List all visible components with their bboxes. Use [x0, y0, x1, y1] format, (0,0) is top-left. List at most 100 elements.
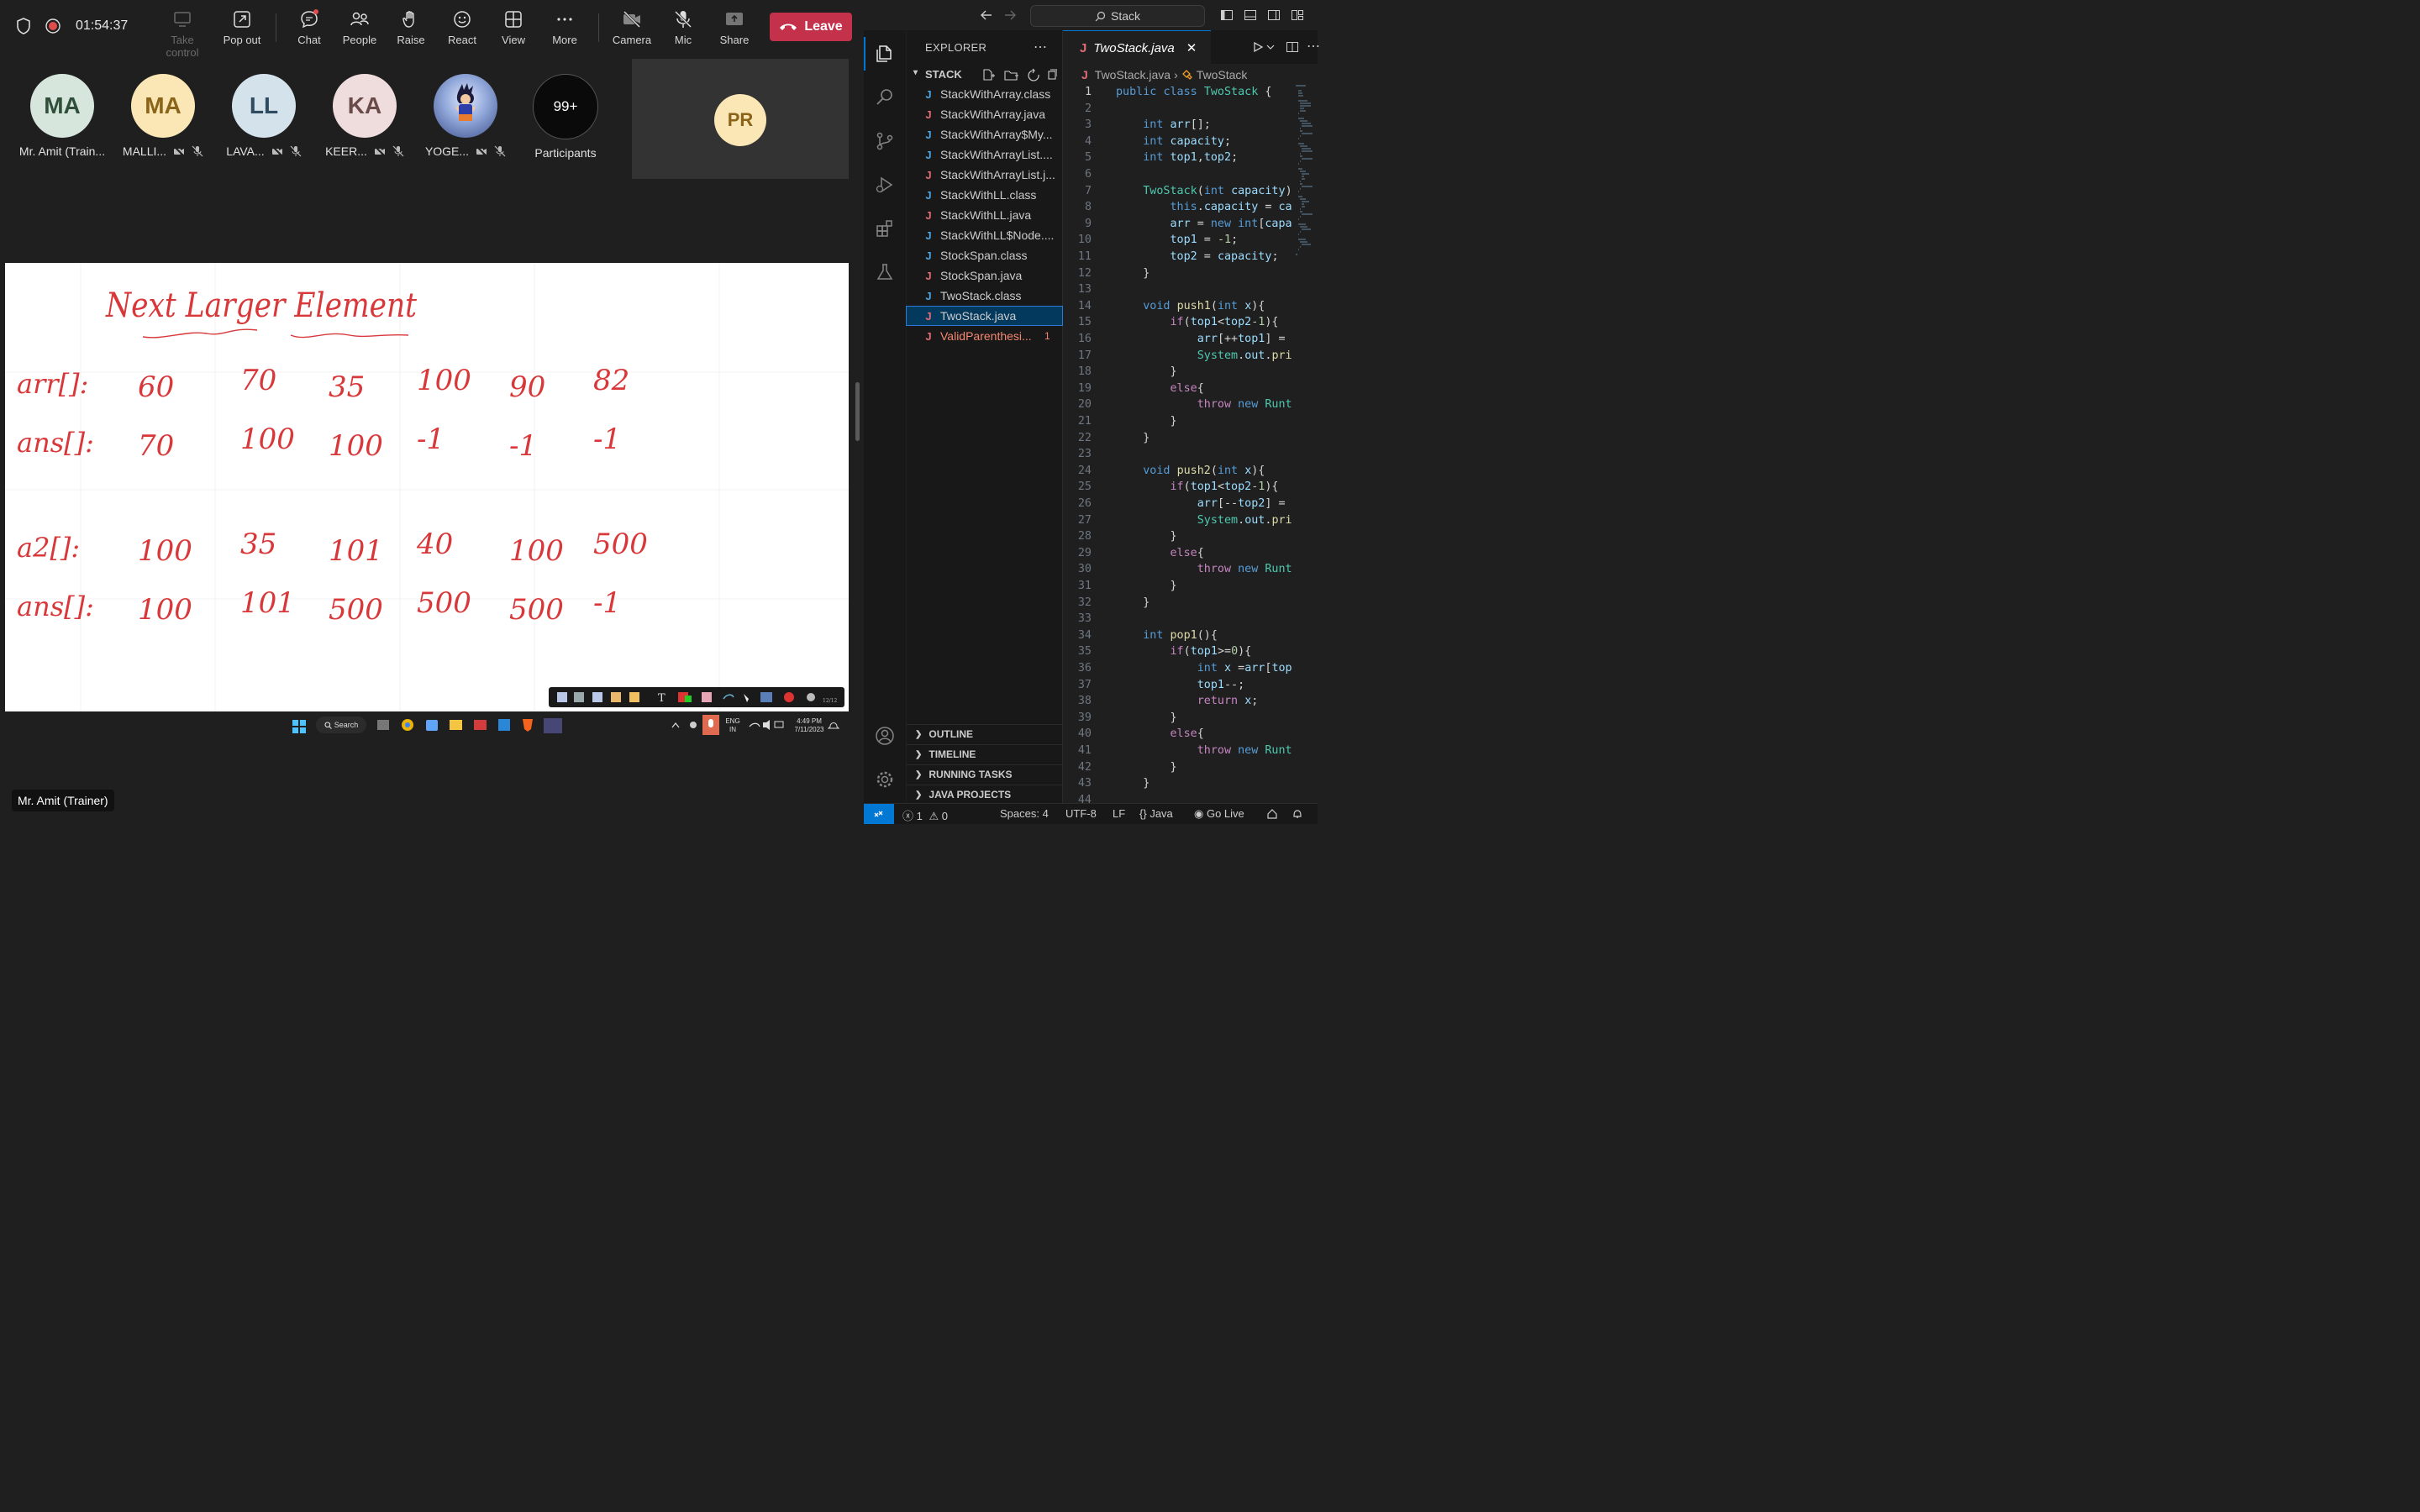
code-text: int top1,top2;: [1143, 151, 1239, 165]
pop-out-button[interactable]: Pop out: [217, 8, 267, 46]
encoding-indicator[interactable]: UTF-8: [1065, 807, 1097, 820]
code-line: 18 }: [1063, 364, 1318, 381]
line-number: 28: [1077, 530, 1092, 543]
people-button[interactable]: People: [334, 8, 385, 46]
outline-section[interactable]: ❯ OUTLINE: [907, 724, 1062, 743]
java-projects-section[interactable]: ❯ JAVA PROJECTS: [907, 785, 1062, 804]
participant-tile[interactable]: YOGE...: [419, 74, 512, 158]
line-number: 37: [1077, 678, 1092, 691]
command-center-search[interactable]: Stack: [1030, 5, 1205, 27]
split-editor-icon[interactable]: [1286, 40, 1299, 54]
file-item[interactable]: J StackWithLL.java: [907, 206, 1062, 224]
close-icon[interactable]: ✕: [1186, 40, 1197, 55]
file-item[interactable]: J StackWithArray.java: [907, 105, 1062, 123]
explorer-icon[interactable]: [875, 44, 895, 64]
taskbar-search[interactable]: Search: [316, 717, 366, 733]
region-code: IN: [729, 726, 736, 733]
explorer-actions-icon[interactable]: [981, 68, 1057, 81]
mic-off-icon: [494, 145, 506, 157]
participants-overflow[interactable]: 99+ Participants: [519, 74, 612, 160]
code-text: }: [1116, 580, 1177, 592]
file-item[interactable]: J StockSpan.java: [907, 266, 1062, 285]
file-item[interactable]: J TwoStack.java: [906, 306, 1063, 326]
timeline-section[interactable]: ❯ TIMELINE: [907, 744, 1062, 764]
file-item[interactable]: J StackWithArrayList....: [907, 145, 1062, 164]
chat-button[interactable]: Chat: [284, 8, 334, 46]
breadcrumb-file[interactable]: TwoStack.java: [1095, 68, 1171, 81]
search-icon[interactable]: [875, 87, 895, 108]
file-item[interactable]: J StackWithLL.class: [907, 186, 1062, 204]
react-button[interactable]: React: [437, 8, 487, 46]
forward-arrow-icon[interactable]: [1003, 8, 1017, 22]
feedback-icon[interactable]: [1266, 808, 1278, 820]
raise-hand-button[interactable]: Raise: [386, 8, 436, 46]
camera-label: Camera: [612, 34, 652, 46]
activity-bar: [864, 30, 906, 803]
participant-tile[interactable]: MA MALLI...: [117, 74, 209, 158]
file-item[interactable]: J StackWithArrayList.j...: [907, 165, 1062, 184]
toggle-panel-icon[interactable]: [1244, 8, 1257, 22]
meeting-status: 01:54:37: [15, 17, 128, 35]
whiteboard-row-label: ans[]:: [17, 591, 94, 622]
tab-twostack-java[interactable]: J TwoStack.java ✕: [1063, 30, 1211, 65]
view-button[interactable]: View: [488, 8, 539, 46]
running-tasks-section[interactable]: ❯ RUNNING TASKS: [907, 764, 1062, 784]
remote-indicator[interactable]: [864, 804, 894, 824]
code-text: }: [1116, 266, 1150, 280]
share-button[interactable]: Share: [709, 8, 760, 46]
gear-icon[interactable]: [875, 769, 895, 790]
problems-indicator[interactable]: ⓧ 1 ⚠ 0: [902, 807, 948, 823]
code-text: this.capacity = ca: [1170, 201, 1292, 214]
minimap[interactable]: [1296, 84, 1318, 311]
code-text: throw new Runt: [1197, 563, 1292, 576]
code-text: int pop1(){: [1143, 628, 1218, 642]
customize-layout-icon[interactable]: [1291, 8, 1304, 22]
folder-stack[interactable]: ▾ STACK: [907, 66, 1062, 83]
toggle-secondary-sidebar-icon[interactable]: [1267, 8, 1281, 22]
file-item[interactable]: J StackWithArray$My...: [907, 125, 1062, 144]
participant-tile[interactable]: LL LAVA...: [218, 74, 310, 158]
video-tile[interactable]: PR: [632, 59, 849, 179]
back-arrow-icon[interactable]: [980, 8, 993, 22]
participant-tile[interactable]: KA KEER...: [318, 74, 411, 158]
leave-button[interactable]: Leave: [770, 13, 852, 41]
file-name: TwoStack.java: [940, 309, 1017, 323]
toggle-sidebar-icon[interactable]: [1220, 8, 1234, 22]
mic-button[interactable]: Mic: [658, 8, 708, 46]
indentation-indicator[interactable]: Spaces: 4: [1000, 807, 1049, 820]
line-number: 42: [1077, 760, 1092, 774]
run-icon[interactable]: [1252, 41, 1264, 53]
file-item[interactable]: J ValidParenthesi... 1: [907, 327, 1062, 345]
go-live-button[interactable]: ◉ Go Live: [1194, 807, 1244, 821]
extensions-icon[interactable]: [875, 218, 895, 239]
annotation-toolbar[interactable]: T 12/12: [549, 687, 844, 707]
camera-button[interactable]: Camera: [607, 8, 657, 46]
breadcrumb-symbol[interactable]: TwoStack: [1197, 68, 1248, 81]
line-number: 11: [1077, 250, 1092, 263]
section-label: RUNNING TASKS: [929, 769, 1013, 780]
source-control-icon[interactable]: [875, 131, 895, 151]
whiteboard-cell: -1: [509, 429, 537, 463]
shield-icon[interactable]: [15, 17, 32, 35]
testing-flask-icon[interactable]: [875, 262, 895, 282]
more-actions-icon[interactable]: ⋯: [1307, 38, 1320, 55]
more-actions-icon[interactable]: ⋯: [1034, 39, 1047, 55]
participant-tile[interactable]: MA Mr. Amit (Train...: [16, 74, 108, 158]
run-debug-icon[interactable]: [875, 175, 895, 195]
file-item[interactable]: J TwoStack.class: [907, 286, 1062, 305]
more-button[interactable]: More: [539, 8, 590, 46]
chevron-down-icon[interactable]: [1266, 44, 1275, 50]
notifications-bell-icon[interactable]: [1292, 808, 1303, 820]
line-number: 10: [1077, 234, 1092, 247]
take-control-button[interactable]: Take control: [157, 8, 208, 59]
file-item[interactable]: J StackWithArray.class: [907, 85, 1062, 103]
eol-indicator[interactable]: LF: [1113, 807, 1125, 820]
file-item[interactable]: J StackWithLL$Node....: [907, 226, 1062, 244]
line-number: 1: [1084, 86, 1092, 98]
file-item[interactable]: J StockSpan.class: [907, 246, 1062, 265]
account-icon[interactable]: [875, 726, 895, 746]
splitter-handle[interactable]: [855, 382, 860, 441]
class-file-icon: J: [925, 228, 932, 242]
code-line: 3 int arr[];: [1063, 117, 1318, 134]
language-mode[interactable]: {} Java: [1139, 807, 1173, 820]
